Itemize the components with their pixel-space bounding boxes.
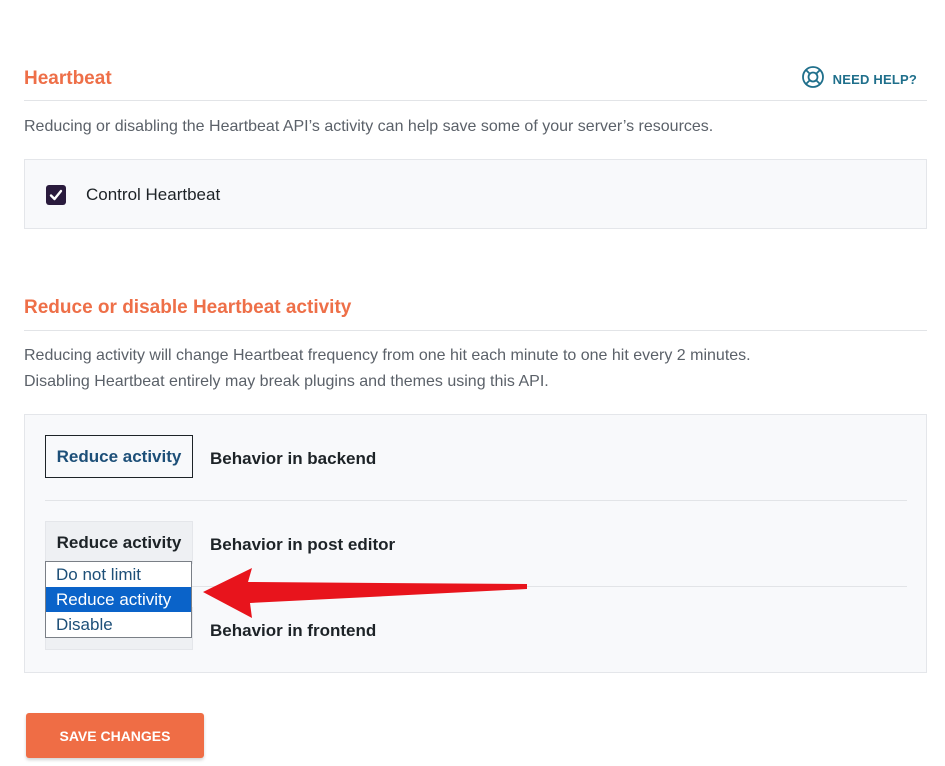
frontend-behavior-label: Behavior in frontend bbox=[210, 621, 377, 640]
heartbeat-title: Heartbeat bbox=[24, 68, 112, 89]
control-heartbeat-checkbox[interactable] bbox=[46, 185, 66, 205]
post-editor-behavior-select[interactable]: Reduce activity bbox=[45, 521, 193, 564]
need-help-link[interactable]: NEED HELP? bbox=[801, 65, 917, 94]
checkmark-icon bbox=[49, 189, 63, 201]
behavior-dropdown-list[interactable]: Do not limit Reduce activity Disable bbox=[45, 561, 192, 638]
reduce-description-line2: Disabling Heartbeat entirely may break p… bbox=[24, 373, 549, 390]
reduce-description-line1: Reducing activity will change Heartbeat … bbox=[24, 347, 751, 364]
heartbeat-section-header: Heartbeat NEED HELP? bbox=[24, 58, 927, 101]
dropdown-option-reduce-activity[interactable]: Reduce activity bbox=[46, 587, 191, 612]
post-editor-behavior-label: Behavior in post editor bbox=[210, 535, 396, 554]
lifebuoy-icon bbox=[801, 65, 825, 94]
dropdown-option-do-not-limit[interactable]: Do not limit bbox=[46, 562, 191, 587]
need-help-label: NEED HELP? bbox=[832, 71, 917, 87]
dropdown-option-disable[interactable]: Disable bbox=[46, 612, 191, 637]
reduce-section-header: Reduce or disable Heartbeat activity bbox=[24, 286, 927, 331]
control-heartbeat-label: Control Heartbeat bbox=[86, 185, 221, 204]
control-heartbeat-box: Control Heartbeat bbox=[24, 159, 927, 229]
reduce-description: Reducing activity will change Heartbeat … bbox=[24, 343, 751, 395]
row-divider bbox=[45, 500, 907, 501]
backend-behavior-label: Behavior in backend bbox=[210, 449, 377, 468]
save-changes-button[interactable]: SAVE CHANGES bbox=[26, 713, 204, 758]
backend-behavior-select[interactable]: Reduce activity bbox=[45, 435, 193, 478]
behavior-settings-box: Reduce activity Behavior in backend Redu… bbox=[24, 414, 927, 673]
reduce-section-title: Reduce or disable Heartbeat activity bbox=[24, 297, 352, 318]
heartbeat-description: Reducing or disabling the Heartbeat API’… bbox=[24, 118, 714, 135]
